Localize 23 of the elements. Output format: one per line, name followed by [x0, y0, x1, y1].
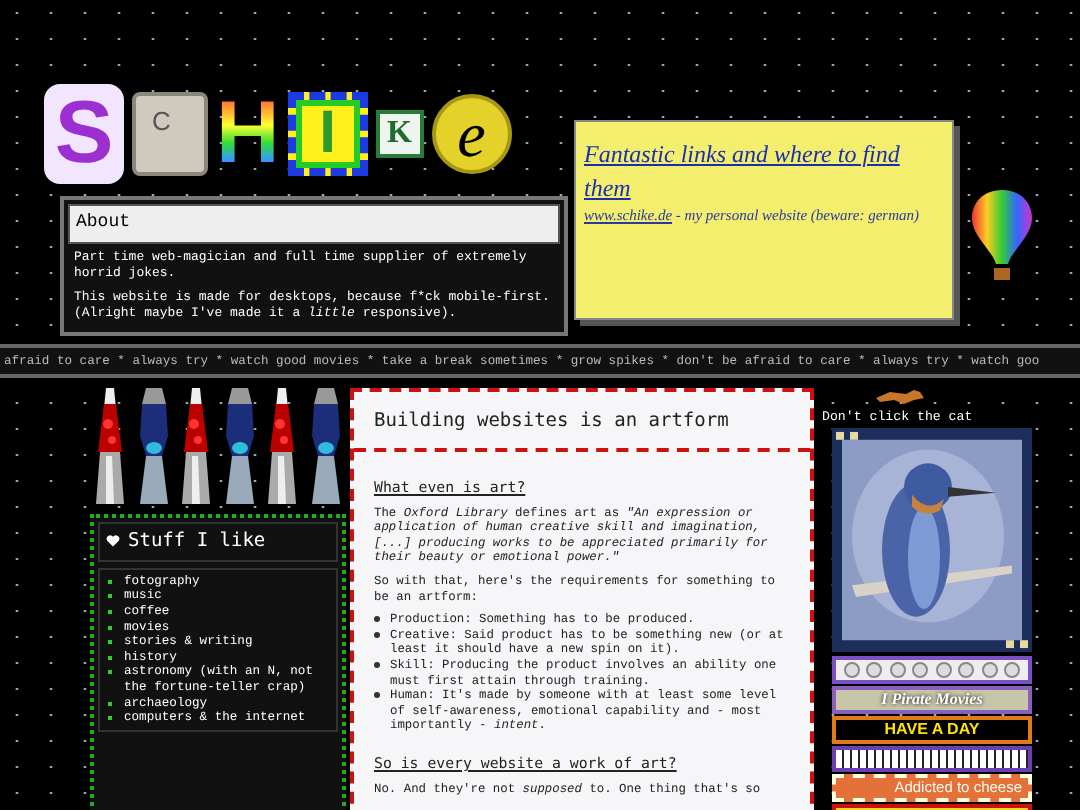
logo-letter: I: [287, 92, 368, 176]
bullet-icon: [374, 616, 380, 623]
lava-lamp-icon: [309, 387, 342, 503]
panel-title: About: [68, 204, 560, 243]
lava-lamp-icon: [137, 387, 170, 503]
logo-letter: C: [132, 92, 208, 176]
heart-icon: [106, 534, 120, 549]
lava-lamp-icon: [180, 387, 213, 503]
lava-lamp-icon: [266, 387, 299, 503]
hot-air-balloon-icon: [970, 188, 1034, 280]
lava-lamp-icon: [223, 387, 256, 503]
logo-letter: e: [431, 94, 512, 174]
bullet-icon: [374, 692, 380, 699]
panel-title: Stuff I like: [128, 527, 266, 555]
lava-lamp-icon: [94, 387, 126, 503]
have-a-day-badge: HAVE A DAY: [832, 716, 1032, 745]
bullet-icon: [374, 661, 380, 668]
bullet-icon: [374, 631, 380, 638]
article-title: Building websites is an artform: [354, 391, 810, 451]
logo-letter: S: [44, 84, 124, 184]
note-title-link[interactable]: Fantastic links and where to find them: [584, 138, 944, 206]
pirate-badge: I Pirate Movies: [832, 686, 1032, 715]
logo-letter: K: [375, 110, 424, 158]
